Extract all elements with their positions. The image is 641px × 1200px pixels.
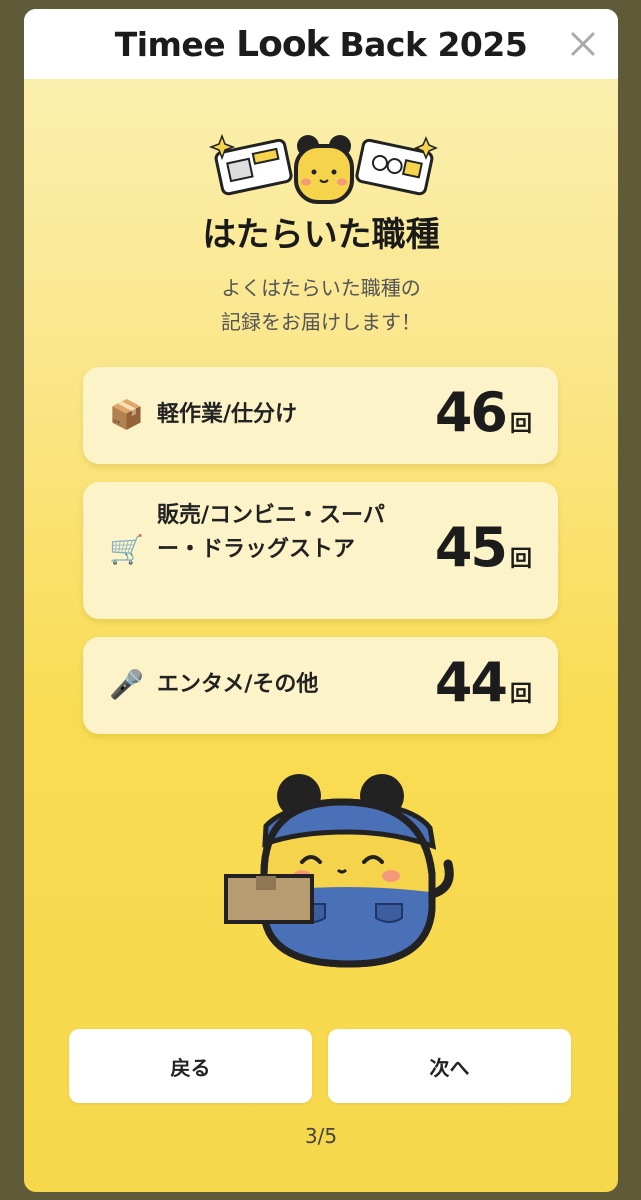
job-card: 📦 軽作業/仕分け 46 回 <box>83 367 558 464</box>
job-label: 軽作業/仕分け <box>157 402 298 427</box>
mascot-illustration <box>224 774 454 968</box>
job-card: 🎤 エンタメ/その他 44 回 <box>83 637 558 734</box>
page-subtitle: よくはたらいた職種の 記録をお届けします！ <box>221 276 421 334</box>
job-tickets-illustration <box>208 133 438 204</box>
job-label: エンタメ/その他 <box>157 672 319 697</box>
page-title: はたらいた職種 <box>202 215 440 255</box>
timee-lookback-logo: Timee Look Back 2025 <box>114 23 528 65</box>
shopping-cart-icon: 🛒 <box>109 533 144 566</box>
header: Timee Look Back 2025 <box>24 9 618 79</box>
job-count: 45 回 <box>434 516 532 579</box>
job-card: 🛒 販売/コンビニ・スーパー・ドラッグストア 45 回 <box>83 482 558 619</box>
job-label: 販売/コンビニ・スーパー・ドラッグストア <box>157 503 385 562</box>
package-icon: 📦 <box>109 398 144 431</box>
microphone-icon: 🎤 <box>109 668 144 701</box>
lookback-modal: Timee Look Back 2025 はたらいた職種 よくはたらいた職種の … <box>24 9 618 1192</box>
back-button[interactable]: 戻る <box>69 1029 312 1103</box>
job-count: 44 回 <box>434 651 532 714</box>
next-button[interactable]: 次へ <box>328 1029 571 1103</box>
page-indicator: 3/5 <box>304 1124 338 1148</box>
job-count: 46 回 <box>434 381 532 444</box>
close-icon[interactable] <box>568 29 598 59</box>
